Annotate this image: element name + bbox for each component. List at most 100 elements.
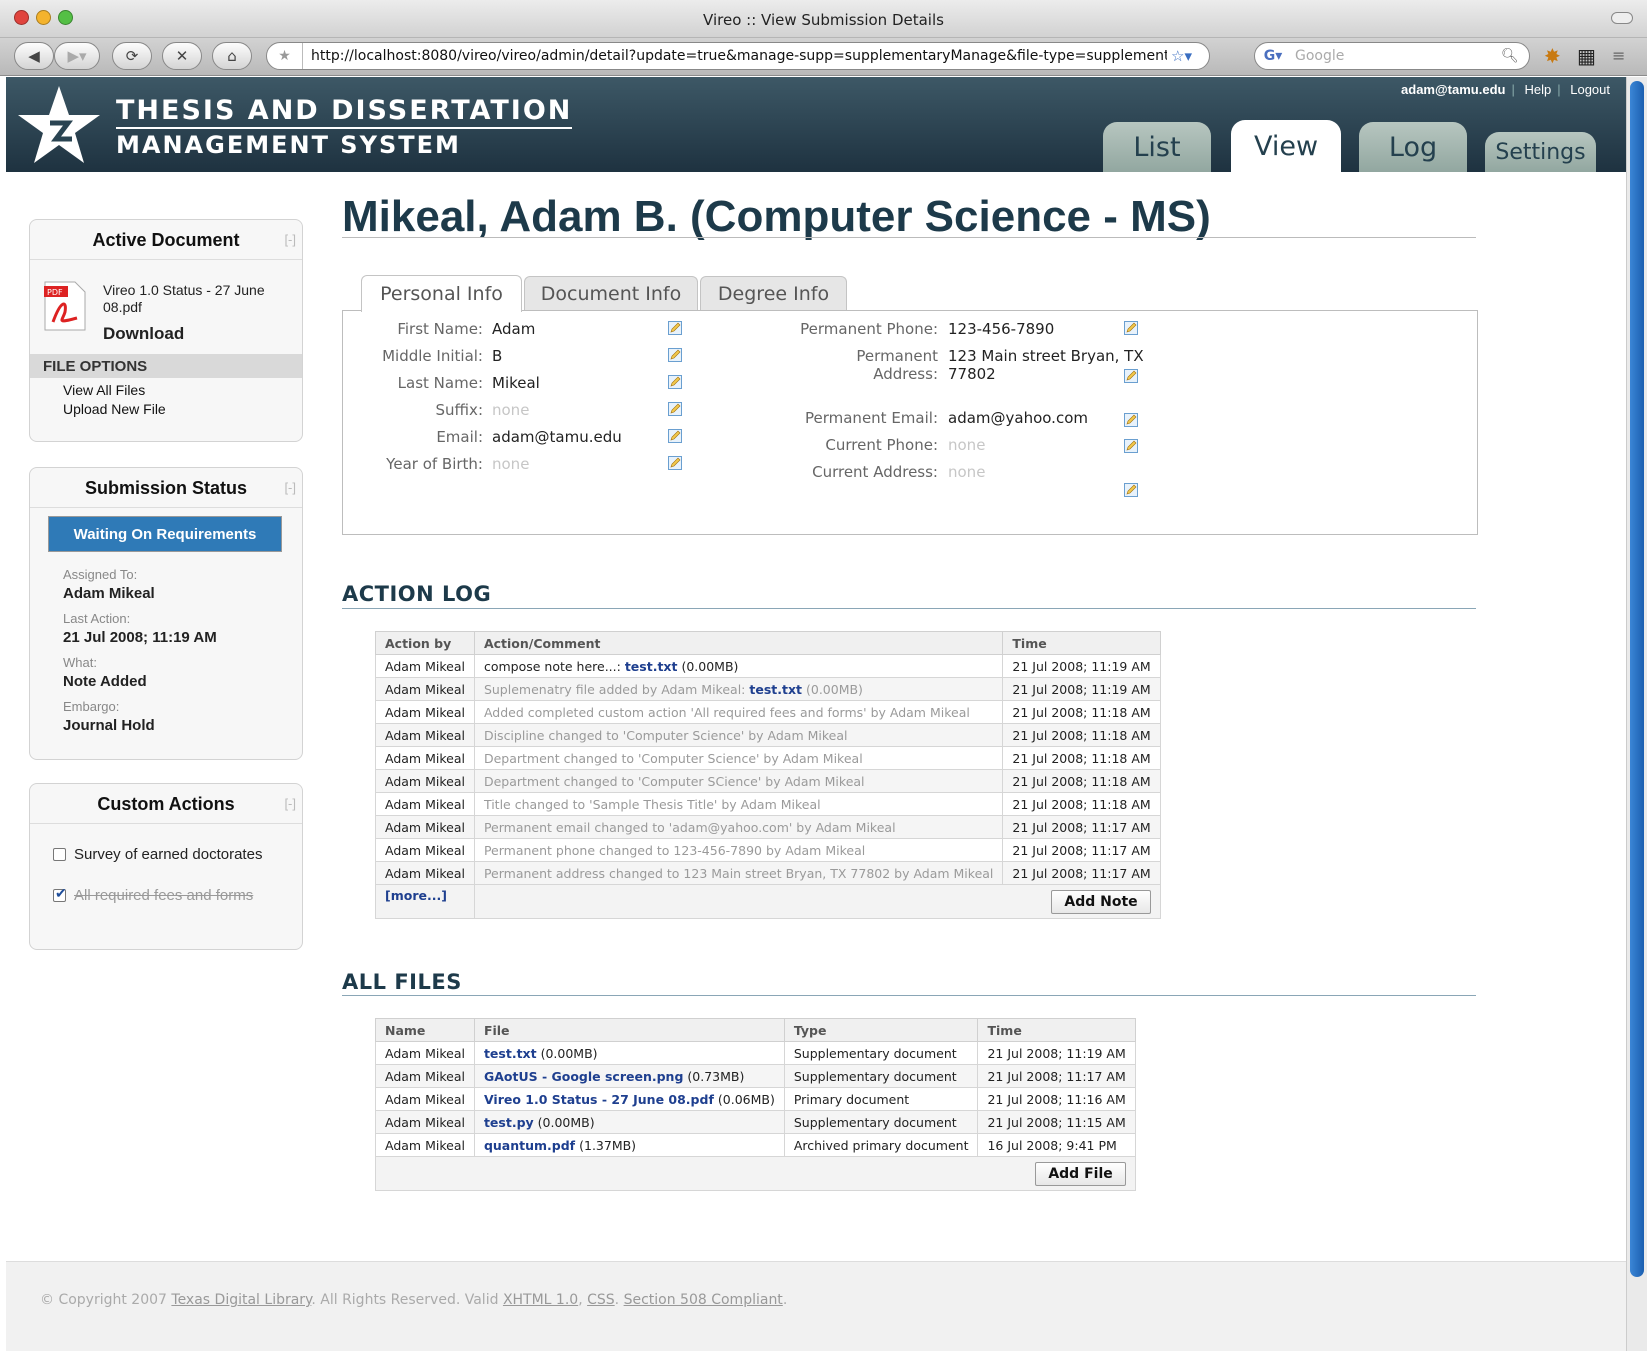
edit-pencil-icon[interactable] (668, 402, 682, 416)
xhtml-link[interactable]: XHTML 1.0 (503, 1292, 578, 1308)
magnifier-icon[interactable]: 🔍︎ (1501, 48, 1529, 64)
reload-button[interactable]: ⟳ (112, 42, 152, 70)
first-name-label: First Name: (397, 320, 483, 338)
nav-tab-settings[interactable]: Settings (1485, 132, 1596, 172)
tdl-link[interactable]: Texas Digital Library (171, 1292, 311, 1308)
assigned-to-value[interactable]: Adam Mikeal (63, 585, 155, 602)
bookmark-star-icon[interactable]: ★ (267, 43, 303, 69)
firebug-icon[interactable]: ✸ (1544, 44, 1561, 68)
edit-pencil-icon[interactable] (1124, 369, 1138, 383)
edit-pencil-icon[interactable] (1124, 413, 1138, 427)
add-note-button[interactable]: Add Note (1051, 889, 1151, 914)
separator: . (782, 1292, 788, 1308)
column-header: Type (783, 1018, 979, 1042)
edit-pencil-icon[interactable] (1124, 439, 1138, 453)
nav-tab-list[interactable]: List (1103, 122, 1211, 172)
edit-pencil-icon[interactable] (1124, 483, 1138, 497)
nav-tab-log[interactable]: Log (1359, 122, 1467, 172)
section-508-link[interactable]: Section 508 Compliant (624, 1292, 783, 1308)
collapse-button[interactable]: [-] (284, 232, 296, 247)
checkbox-checked[interactable] (53, 885, 67, 902)
page-info-icon[interactable]: ▦ (1577, 44, 1596, 68)
css-link[interactable]: CSS (587, 1292, 615, 1308)
window-titlebar: Vireo :: View Submission Details (0, 0, 1647, 38)
action-time-cell: 21 Jul 2008; 11:18 AM (1002, 700, 1161, 724)
table-row: Adam Mikeal Permanent email changed to 'a… (375, 815, 1161, 839)
edit-pencil-icon[interactable] (1124, 321, 1138, 335)
view-all-files-link[interactable]: View All Files (63, 382, 145, 398)
collapse-button[interactable]: [-] (284, 796, 296, 811)
file-cell: test.txt (0.00MB) (473, 1041, 785, 1065)
custom-action-item[interactable]: Survey of earned doctorates (53, 846, 262, 863)
table-row: Adam Mikeal compose note here...: test.tx… (375, 654, 1161, 678)
action-by-cell: Adam Mikeal (375, 769, 475, 793)
separator: . (614, 1292, 620, 1308)
tab-personal-info[interactable]: Personal Info (361, 275, 522, 312)
help-link[interactable]: Help (1524, 82, 1551, 97)
comment-text: Department changed to 'Computer Science'… (483, 750, 863, 766)
nav-tab-view[interactable]: View (1231, 120, 1341, 172)
file-link[interactable]: quantum.pdf (484, 1138, 575, 1153)
edit-pencil-icon[interactable] (668, 321, 682, 335)
file-link[interactable]: test.txt (749, 682, 802, 697)
search-bar[interactable]: G▾ Google 🔍︎ (1254, 42, 1530, 70)
file-link[interactable]: test.txt (625, 659, 678, 674)
action-comment-cell: Title changed to 'Sample Thesis Title' b… (473, 792, 1004, 816)
url-text[interactable]: http://localhost:8080/vireo/vireo/admin/… (303, 48, 1167, 64)
status-button[interactable]: Waiting On Requirements (48, 516, 282, 552)
scrollbar-thumb[interactable] (1630, 81, 1644, 1277)
stack-icon[interactable]: ≡ (1612, 46, 1625, 65)
last-name-value: Mikeal (492, 374, 540, 392)
suffix-label: Suffix: (435, 401, 483, 419)
file-owner-cell: Adam Mikeal (375, 1087, 475, 1111)
middle-initial-value: B (492, 347, 503, 365)
tab-degree-info[interactable]: Degree Info (700, 276, 847, 311)
file-owner-cell: Adam Mikeal (375, 1133, 475, 1157)
file-time-cell: 21 Jul 2008; 11:19 AM (977, 1041, 1136, 1065)
custom-action-label: All required fees and forms (74, 887, 254, 904)
last-action-value: 21 Jul 2008; 11:19 AM (63, 629, 217, 646)
custom-action-item[interactable]: All required fees and forms (53, 885, 254, 904)
action-comment-cell: Suplemenatry file added by Adam Mikeal: … (473, 677, 1004, 701)
home-button[interactable]: ⌂ (212, 42, 252, 70)
checkbox[interactable] (53, 848, 66, 861)
label-line: Permanent (856, 347, 938, 365)
forward-button[interactable]: ▶▾ (54, 42, 100, 70)
edit-pencil-icon[interactable] (668, 348, 682, 362)
site-title-line1[interactable]: THESIS AND DISSERTATION (116, 95, 573, 129)
site-title-line2[interactable]: MANAGEMENT SYSTEM (116, 131, 461, 159)
vertical-scrollbar[interactable] (1626, 77, 1647, 1351)
toolbar-toggle-button[interactable] (1611, 12, 1633, 24)
embargo-value[interactable]: Journal Hold (63, 717, 155, 734)
file-time-cell: 21 Jul 2008; 11:17 AM (977, 1064, 1136, 1088)
file-link[interactable]: test.txt (484, 1046, 537, 1061)
column-header: Time (977, 1018, 1136, 1042)
edit-pencil-icon[interactable] (668, 375, 682, 389)
logout-link[interactable]: Logout (1570, 82, 1610, 97)
search-input[interactable]: Google (1291, 48, 1501, 64)
edit-pencil-icon[interactable] (668, 456, 682, 470)
table-row: Adam Mikeal Department changed to 'Comput… (375, 769, 1161, 793)
upload-new-file-link[interactable]: Upload New File (63, 401, 166, 417)
stop-button[interactable]: ✕ (162, 42, 202, 70)
file-size: (1.37MB) (579, 1137, 637, 1153)
file-link[interactable]: test.py (484, 1115, 534, 1130)
file-link[interactable]: Vireo 1.0 Status - 27 June 08.pdf (484, 1092, 714, 1107)
table-row: Adam Mikeal Permanent phone changed to 12… (375, 838, 1161, 862)
url-bar[interactable]: ★ http://localhost:8080/vireo/vireo/admi… (266, 42, 1210, 70)
download-link[interactable]: Download (103, 324, 184, 344)
url-dropdown-icon[interactable]: ☆▾ (1167, 47, 1209, 65)
tab-document-info[interactable]: Document Info (524, 276, 698, 311)
file-size: (0.00MB) (681, 658, 739, 674)
more-link[interactable]: [more...] (385, 888, 447, 903)
search-engine-icon[interactable]: G▾ (1255, 48, 1291, 64)
edit-pencil-icon[interactable] (668, 429, 682, 443)
comment-text: Permanent email changed to 'adam@yahoo.c… (483, 819, 896, 835)
collapse-button[interactable]: [-] (284, 480, 296, 495)
lone-star-logo-icon[interactable] (16, 83, 102, 169)
add-file-button[interactable]: Add File (1035, 1161, 1126, 1186)
custom-actions-panel: Custom Actions [-] Survey of earned docto… (29, 783, 303, 950)
file-link[interactable]: GAotUS - Google screen.png (484, 1069, 683, 1084)
pdf-file-icon[interactable]: PDF (43, 280, 87, 332)
back-button[interactable]: ◀ (14, 42, 54, 70)
